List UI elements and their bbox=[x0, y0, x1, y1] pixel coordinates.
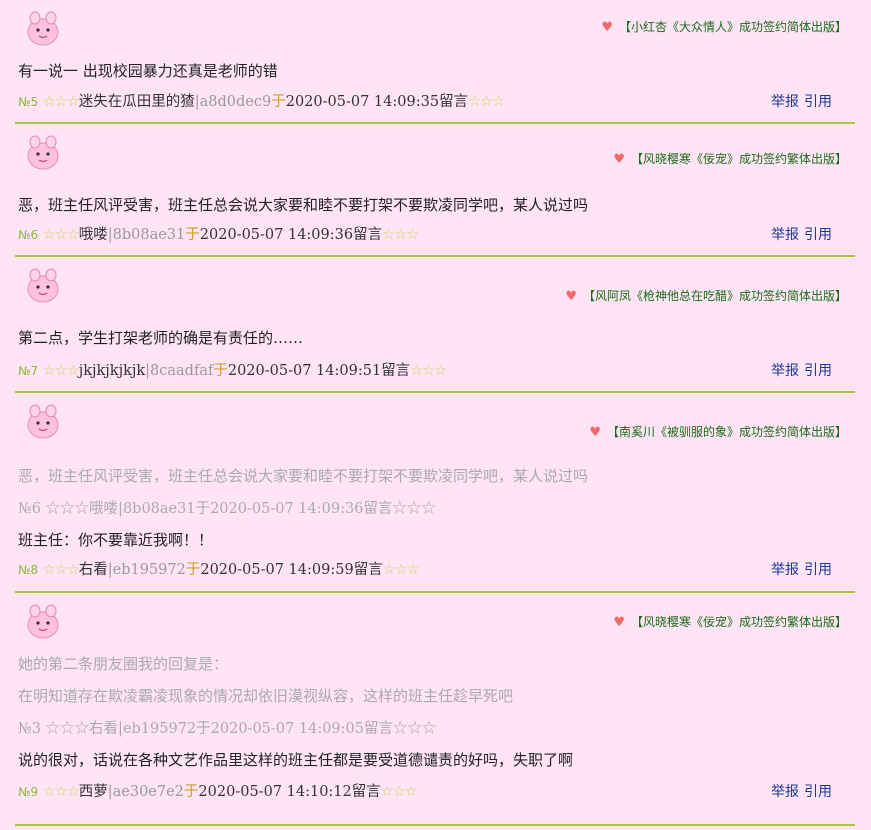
liuyan-text: 留言 bbox=[353, 227, 383, 243]
floor-number: №7 bbox=[18, 364, 39, 378]
avatar-icon bbox=[27, 135, 59, 170]
timestamp: 2020-05-07 14:10:12 bbox=[198, 784, 352, 800]
comment-post: ♥ 【风晓樱寒《佞宠》成功签约繁体出版】 恶，班主任风评受害，班主任总会说大家要和… bbox=[15, 124, 855, 257]
comment-meta: №7 ☆☆☆jkjkjkjkjk|8caadfaf于2020-05-07 14:… bbox=[18, 359, 447, 380]
post-actions: 举报 引用 bbox=[771, 559, 832, 579]
floor-number: №9 bbox=[18, 785, 39, 799]
post-actions: 举报 引用 bbox=[771, 91, 832, 111]
comment-post: ♥ 【风阿凤《枪神他总在吃醋》成功签约简体出版】 第二点，学生打架老师的确是有责任… bbox=[15, 257, 855, 393]
ad-text[interactable]: 【风晓樱寒《佞宠》成功签约繁体出版】 bbox=[631, 615, 847, 629]
comment-meta: №5 ☆☆☆迷失在瓜田里的猹|a8d0dec9于2020-05-07 14:09… bbox=[18, 90, 505, 111]
heart-icon: ♥ bbox=[613, 615, 625, 630]
stars: ☆☆☆ bbox=[42, 227, 80, 243]
avatar-icon bbox=[27, 268, 59, 303]
quote-link[interactable]: 引用 bbox=[804, 562, 832, 578]
report-link[interactable]: 举报 bbox=[771, 363, 799, 379]
comment-meta: №6 ☆☆☆哦喽|8b08ae31于2020-05-07 14:09:36留言☆… bbox=[18, 223, 419, 244]
quoted-meta: №3 ☆☆☆右看|eb195972于2020-05-07 14:09:05留言☆… bbox=[18, 721, 437, 737]
stars: ☆☆☆ bbox=[410, 363, 447, 379]
avatar-icon bbox=[27, 604, 59, 639]
comment-post: ♥ 【小红杏《大众情人》成功签约简体出版】 有一说一 出现校园暴力还真是老师的错 … bbox=[15, 0, 855, 124]
yu-text: 于 bbox=[183, 784, 199, 800]
quoted-content: 在明知道存在欺凌霸凌现象的情况却依旧漠视纵容，这样的班主任趁早死吧 bbox=[18, 687, 514, 705]
report-link[interactable]: 举报 bbox=[771, 227, 799, 243]
stars: ☆☆☆ bbox=[382, 562, 420, 578]
comment-content: 第二点，学生打架老师的确是有责任的…… bbox=[18, 329, 304, 347]
yu-text: 于 bbox=[185, 562, 201, 578]
post-actions: 举报 引用 bbox=[771, 360, 832, 380]
comment-content: 班主任：你不要靠近我啊！！ bbox=[18, 531, 214, 549]
report-link[interactable]: 举报 bbox=[771, 562, 799, 578]
yu-text: 于 bbox=[185, 227, 200, 243]
comment-content: 说的很对，话说在各种文艺作品里这样的班主任都是要受道德谴责的好吗，失职了啊 bbox=[18, 751, 574, 769]
liuyan-text: 留言 bbox=[351, 784, 381, 800]
ad-text[interactable]: 【风阿凤《枪神他总在吃醋》成功签约简体出版】 bbox=[583, 289, 847, 303]
timestamp: 2020-05-07 14:09:59 bbox=[200, 562, 354, 578]
timestamp: 2020-05-07 14:09:51 bbox=[227, 363, 382, 379]
username: 右看 bbox=[78, 562, 108, 578]
stars: ☆☆☆ bbox=[42, 562, 80, 578]
floor-number: №5 bbox=[18, 95, 39, 109]
liuyan-text: 留言 bbox=[353, 562, 383, 578]
quote-link[interactable]: 引用 bbox=[804, 363, 832, 379]
ad-banner[interactable]: ♥ 【南奚川《被驯服的象》成功签约简体出版】 bbox=[589, 423, 847, 440]
timestamp: 2020-05-07 14:09:36 bbox=[199, 227, 354, 243]
stars: ☆☆☆ bbox=[42, 94, 80, 110]
user-hash: |8b08ae31 bbox=[107, 227, 186, 243]
yu-text: 于 bbox=[213, 363, 228, 379]
ad-banner[interactable]: ♥ 【小红杏《大众情人》成功签约简体出版】 bbox=[601, 18, 847, 35]
username: 西萝 bbox=[78, 784, 108, 800]
quoted-meta: №6 ☆☆☆哦喽|8b08ae31于2020-05-07 14:09:36留言☆… bbox=[18, 501, 436, 517]
username: 哦喽 bbox=[78, 227, 108, 243]
heart-icon: ♥ bbox=[601, 20, 613, 35]
ad-text[interactable]: 【小红杏《大众情人》成功签约简体出版】 bbox=[619, 20, 847, 34]
quoted-content: 恶，班主任风评受害，班主任总会说大家要和睦不要打架不要欺凌同学吧，某人说过吗 bbox=[18, 467, 589, 485]
quoted-content: 她的第二条朋友圈我的回复是： bbox=[18, 655, 229, 673]
user-hash: |a8d0dec9 bbox=[194, 94, 272, 110]
avatar-icon bbox=[27, 404, 59, 439]
stars: ☆☆☆ bbox=[380, 784, 418, 800]
stars: ☆☆☆ bbox=[382, 227, 419, 243]
timestamp: 2020-05-07 14:09:35 bbox=[285, 94, 440, 110]
floor-number: №6 bbox=[18, 228, 39, 242]
ad-text[interactable]: 【风晓樱寒《佞宠》成功签约繁体出版】 bbox=[631, 152, 847, 166]
heart-icon: ♥ bbox=[589, 425, 601, 440]
yu-text: 于 bbox=[271, 94, 286, 110]
stars: ☆☆☆ bbox=[42, 363, 80, 379]
liuyan-text: 留言 bbox=[439, 94, 469, 110]
comment-content: 恶，班主任风评受害，班主任总会说大家要和睦不要打架不要欺凌同学吧，某人说过吗 bbox=[18, 196, 589, 214]
user-hash: |8caadfaf bbox=[145, 363, 214, 379]
floor-number: №8 bbox=[18, 563, 39, 577]
ad-banner[interactable]: ♥ 【风晓樱寒《佞宠》成功签约繁体出版】 bbox=[613, 150, 847, 167]
ad-banner[interactable]: ♥ 【风晓樱寒《佞宠》成功签约繁体出版】 bbox=[613, 613, 847, 630]
comment-post: ♥ 【风晓樱寒《佞宠》成功签约繁体出版】 她的第二条朋友圈我的回复是： 在明知道存… bbox=[15, 593, 855, 826]
report-link[interactable]: 举报 bbox=[771, 784, 799, 800]
username: 迷失在瓜田里的猹 bbox=[78, 94, 195, 110]
ad-banner[interactable]: ♥ 【风阿凤《枪神他总在吃醋》成功签约简体出版】 bbox=[565, 287, 847, 304]
heart-icon: ♥ bbox=[613, 152, 625, 167]
quote-link[interactable]: 引用 bbox=[804, 784, 832, 800]
heart-icon: ♥ bbox=[565, 289, 577, 304]
ad-text[interactable]: 【南奚川《被驯服的象》成功签约简体出版】 bbox=[607, 425, 847, 439]
report-link[interactable]: 举报 bbox=[771, 94, 799, 110]
comment-meta: №9 ☆☆☆西萝|ae30e7e2于2020-05-07 14:10:12留言☆… bbox=[18, 780, 418, 801]
username: jkjkjkjkjk bbox=[78, 363, 146, 379]
user-hash: |ae30e7e2 bbox=[107, 784, 184, 800]
stars: ☆☆☆ bbox=[468, 94, 505, 110]
comment-post: ♥ 【南奚川《被驯服的象》成功签约简体出版】 恶，班主任风评受害，班主任总会说大家… bbox=[15, 393, 855, 593]
comment-meta: №8 ☆☆☆右看|eb195972于2020-05-07 14:09:59留言☆… bbox=[18, 558, 420, 579]
quote-link[interactable]: 引用 bbox=[804, 227, 832, 243]
liuyan-text: 留言 bbox=[381, 363, 411, 379]
user-hash: |eb195972 bbox=[107, 562, 186, 578]
stars: ☆☆☆ bbox=[42, 784, 80, 800]
comment-content: 有一说一 出现校园暴力还真是老师的错 bbox=[18, 62, 278, 80]
quote-link[interactable]: 引用 bbox=[804, 94, 832, 110]
post-actions: 举报 引用 bbox=[771, 781, 832, 801]
post-actions: 举报 引用 bbox=[771, 224, 832, 244]
avatar-icon bbox=[27, 11, 59, 46]
